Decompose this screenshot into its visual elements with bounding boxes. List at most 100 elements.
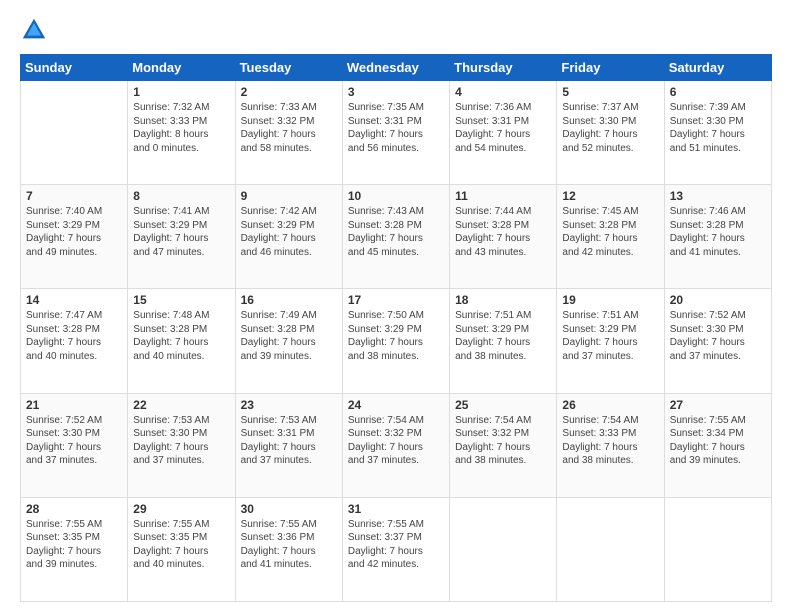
day-info: Sunrise: 7:54 AM Sunset: 3:32 PM Dayligh… [348,414,444,468]
calendar-cell: 9 Sunrise: 7:42 AM Sunset: 3:29 PM Daylig… [235,185,342,289]
calendar-week-3: 21Sunrise: 7:52 AM Sunset: 3:30 PM Dayli… [21,393,772,497]
calendar-cell: 13 Sunrise: 7:46 AM Sunset: 3:28 PM Dayli… [664,185,771,289]
day-number: 14 [26,293,122,307]
calendar-table: SundayMondayTuesdayWednesdayThursdayFrid… [20,54,772,602]
col-header-thursday: Thursday [450,55,557,81]
calendar-cell [557,497,664,601]
calendar-cell: 11 Sunrise: 7:44 AM Sunset: 3:28 PM Dayli… [450,185,557,289]
calendar-header-row: SundayMondayTuesdayWednesdayThursdayFrid… [21,55,772,81]
calendar-cell: 10 Sunrise: 7:43 AM Sunset: 3:28 PM Dayli… [342,185,449,289]
day-number: 24 [348,398,444,412]
day-number: 22 [133,398,229,412]
day-info: Sunrise: 7:53 AM Sunset: 3:31 PM Dayligh… [241,414,337,468]
day-number: 10 [348,189,444,203]
day-info: Sunrise: 7:55 AM Sunset: 3:36 PM Dayligh… [241,518,337,572]
day-info: Sunrise: 7:55 AM Sunset: 3:35 PM Dayligh… [133,518,229,572]
calendar-cell: 21Sunrise: 7:52 AM Sunset: 3:30 PM Dayli… [21,393,128,497]
calendar-week-2: 14 Sunrise: 7:47 AM Sunset: 3:28 PM Dayli… [21,289,772,393]
calendar-cell: 23 Sunrise: 7:53 AM Sunset: 3:31 PM Dayli… [235,393,342,497]
col-header-saturday: Saturday [664,55,771,81]
calendar-cell: 25 Sunrise: 7:54 AM Sunset: 3:32 PM Dayli… [450,393,557,497]
day-number: 13 [670,189,766,203]
day-info: Sunrise: 7:51 AM Sunset: 3:29 PM Dayligh… [455,309,551,363]
calendar-cell: 1 Sunrise: 7:32 AM Sunset: 3:33 PM Daylig… [128,81,235,185]
day-info: Sunrise: 7:47 AM Sunset: 3:28 PM Dayligh… [26,309,122,363]
calendar-cell: 16 Sunrise: 7:49 AM Sunset: 3:28 PM Dayli… [235,289,342,393]
col-header-tuesday: Tuesday [235,55,342,81]
calendar-cell: 20 Sunrise: 7:52 AM Sunset: 3:30 PM Dayli… [664,289,771,393]
day-info: Sunrise: 7:44 AM Sunset: 3:28 PM Dayligh… [455,205,551,259]
day-info: Sunrise: 7:54 AM Sunset: 3:33 PM Dayligh… [562,414,658,468]
calendar-cell: 30 Sunrise: 7:55 AM Sunset: 3:36 PM Dayli… [235,497,342,601]
day-number: 18 [455,293,551,307]
calendar-cell: 12 Sunrise: 7:45 AM Sunset: 3:28 PM Dayli… [557,185,664,289]
calendar-cell: 15 Sunrise: 7:48 AM Sunset: 3:28 PM Dayli… [128,289,235,393]
day-info: Sunrise: 7:43 AM Sunset: 3:28 PM Dayligh… [348,205,444,259]
calendar-cell: 4 Sunrise: 7:36 AM Sunset: 3:31 PM Daylig… [450,81,557,185]
calendar-cell: 5 Sunrise: 7:37 AM Sunset: 3:30 PM Daylig… [557,81,664,185]
day-info: Sunrise: 7:33 AM Sunset: 3:32 PM Dayligh… [241,101,337,155]
day-number: 6 [670,85,766,99]
calendar-cell: 24 Sunrise: 7:54 AM Sunset: 3:32 PM Dayli… [342,393,449,497]
day-info: Sunrise: 7:48 AM Sunset: 3:28 PM Dayligh… [133,309,229,363]
col-header-friday: Friday [557,55,664,81]
day-info: Sunrise: 7:50 AM Sunset: 3:29 PM Dayligh… [348,309,444,363]
day-number: 4 [455,85,551,99]
day-number: 26 [562,398,658,412]
calendar-week-4: 28Sunrise: 7:55 AM Sunset: 3:35 PM Dayli… [21,497,772,601]
calendar-cell: 26 Sunrise: 7:54 AM Sunset: 3:33 PM Dayli… [557,393,664,497]
day-number: 19 [562,293,658,307]
header [20,16,772,44]
day-number: 5 [562,85,658,99]
day-info: Sunrise: 7:37 AM Sunset: 3:30 PM Dayligh… [562,101,658,155]
day-info: Sunrise: 7:42 AM Sunset: 3:29 PM Dayligh… [241,205,337,259]
day-info: Sunrise: 7:32 AM Sunset: 3:33 PM Dayligh… [133,101,229,155]
day-number: 1 [133,85,229,99]
day-number: 3 [348,85,444,99]
calendar-cell: 19Sunrise: 7:51 AM Sunset: 3:29 PM Dayli… [557,289,664,393]
calendar-cell: 2Sunrise: 7:33 AM Sunset: 3:32 PM Daylig… [235,81,342,185]
calendar-cell: 3 Sunrise: 7:35 AM Sunset: 3:31 PM Daylig… [342,81,449,185]
calendar-week-0: 1 Sunrise: 7:32 AM Sunset: 3:33 PM Daylig… [21,81,772,185]
day-number: 30 [241,502,337,516]
calendar-cell: 29 Sunrise: 7:55 AM Sunset: 3:35 PM Dayli… [128,497,235,601]
day-number: 29 [133,502,229,516]
day-number: 20 [670,293,766,307]
calendar-cell: 6 Sunrise: 7:39 AM Sunset: 3:30 PM Daylig… [664,81,771,185]
day-info: Sunrise: 7:55 AM Sunset: 3:37 PM Dayligh… [348,518,444,572]
day-info: Sunrise: 7:52 AM Sunset: 3:30 PM Dayligh… [670,309,766,363]
day-number: 16 [241,293,337,307]
day-info: Sunrise: 7:55 AM Sunset: 3:35 PM Dayligh… [26,518,122,572]
calendar-cell: 28Sunrise: 7:55 AM Sunset: 3:35 PM Dayli… [21,497,128,601]
col-header-sunday: Sunday [21,55,128,81]
day-number: 12 [562,189,658,203]
calendar-cell: 18 Sunrise: 7:51 AM Sunset: 3:29 PM Dayli… [450,289,557,393]
day-number: 31 [348,502,444,516]
day-info: Sunrise: 7:39 AM Sunset: 3:30 PM Dayligh… [670,101,766,155]
day-info: Sunrise: 7:46 AM Sunset: 3:28 PM Dayligh… [670,205,766,259]
day-number: 9 [241,189,337,203]
day-number: 25 [455,398,551,412]
day-number: 17 [348,293,444,307]
page: SundayMondayTuesdayWednesdayThursdayFrid… [0,0,792,612]
calendar-cell: 31 Sunrise: 7:55 AM Sunset: 3:37 PM Dayli… [342,497,449,601]
calendar-cell: 7Sunrise: 7:40 AM Sunset: 3:29 PM Daylig… [21,185,128,289]
calendar-cell: 17 Sunrise: 7:50 AM Sunset: 3:29 PM Dayli… [342,289,449,393]
day-info: Sunrise: 7:49 AM Sunset: 3:28 PM Dayligh… [241,309,337,363]
calendar-cell: 14 Sunrise: 7:47 AM Sunset: 3:28 PM Dayli… [21,289,128,393]
calendar-week-1: 7Sunrise: 7:40 AM Sunset: 3:29 PM Daylig… [21,185,772,289]
day-number: 27 [670,398,766,412]
day-info: Sunrise: 7:54 AM Sunset: 3:32 PM Dayligh… [455,414,551,468]
day-info: Sunrise: 7:35 AM Sunset: 3:31 PM Dayligh… [348,101,444,155]
day-info: Sunrise: 7:36 AM Sunset: 3:31 PM Dayligh… [455,101,551,155]
day-number: 11 [455,189,551,203]
day-info: Sunrise: 7:41 AM Sunset: 3:29 PM Dayligh… [133,205,229,259]
logo-icon [20,16,48,44]
day-number: 23 [241,398,337,412]
day-number: 15 [133,293,229,307]
day-number: 8 [133,189,229,203]
day-info: Sunrise: 7:45 AM Sunset: 3:28 PM Dayligh… [562,205,658,259]
calendar-cell [450,497,557,601]
day-info: Sunrise: 7:40 AM Sunset: 3:29 PM Dayligh… [26,205,122,259]
calendar-cell [664,497,771,601]
